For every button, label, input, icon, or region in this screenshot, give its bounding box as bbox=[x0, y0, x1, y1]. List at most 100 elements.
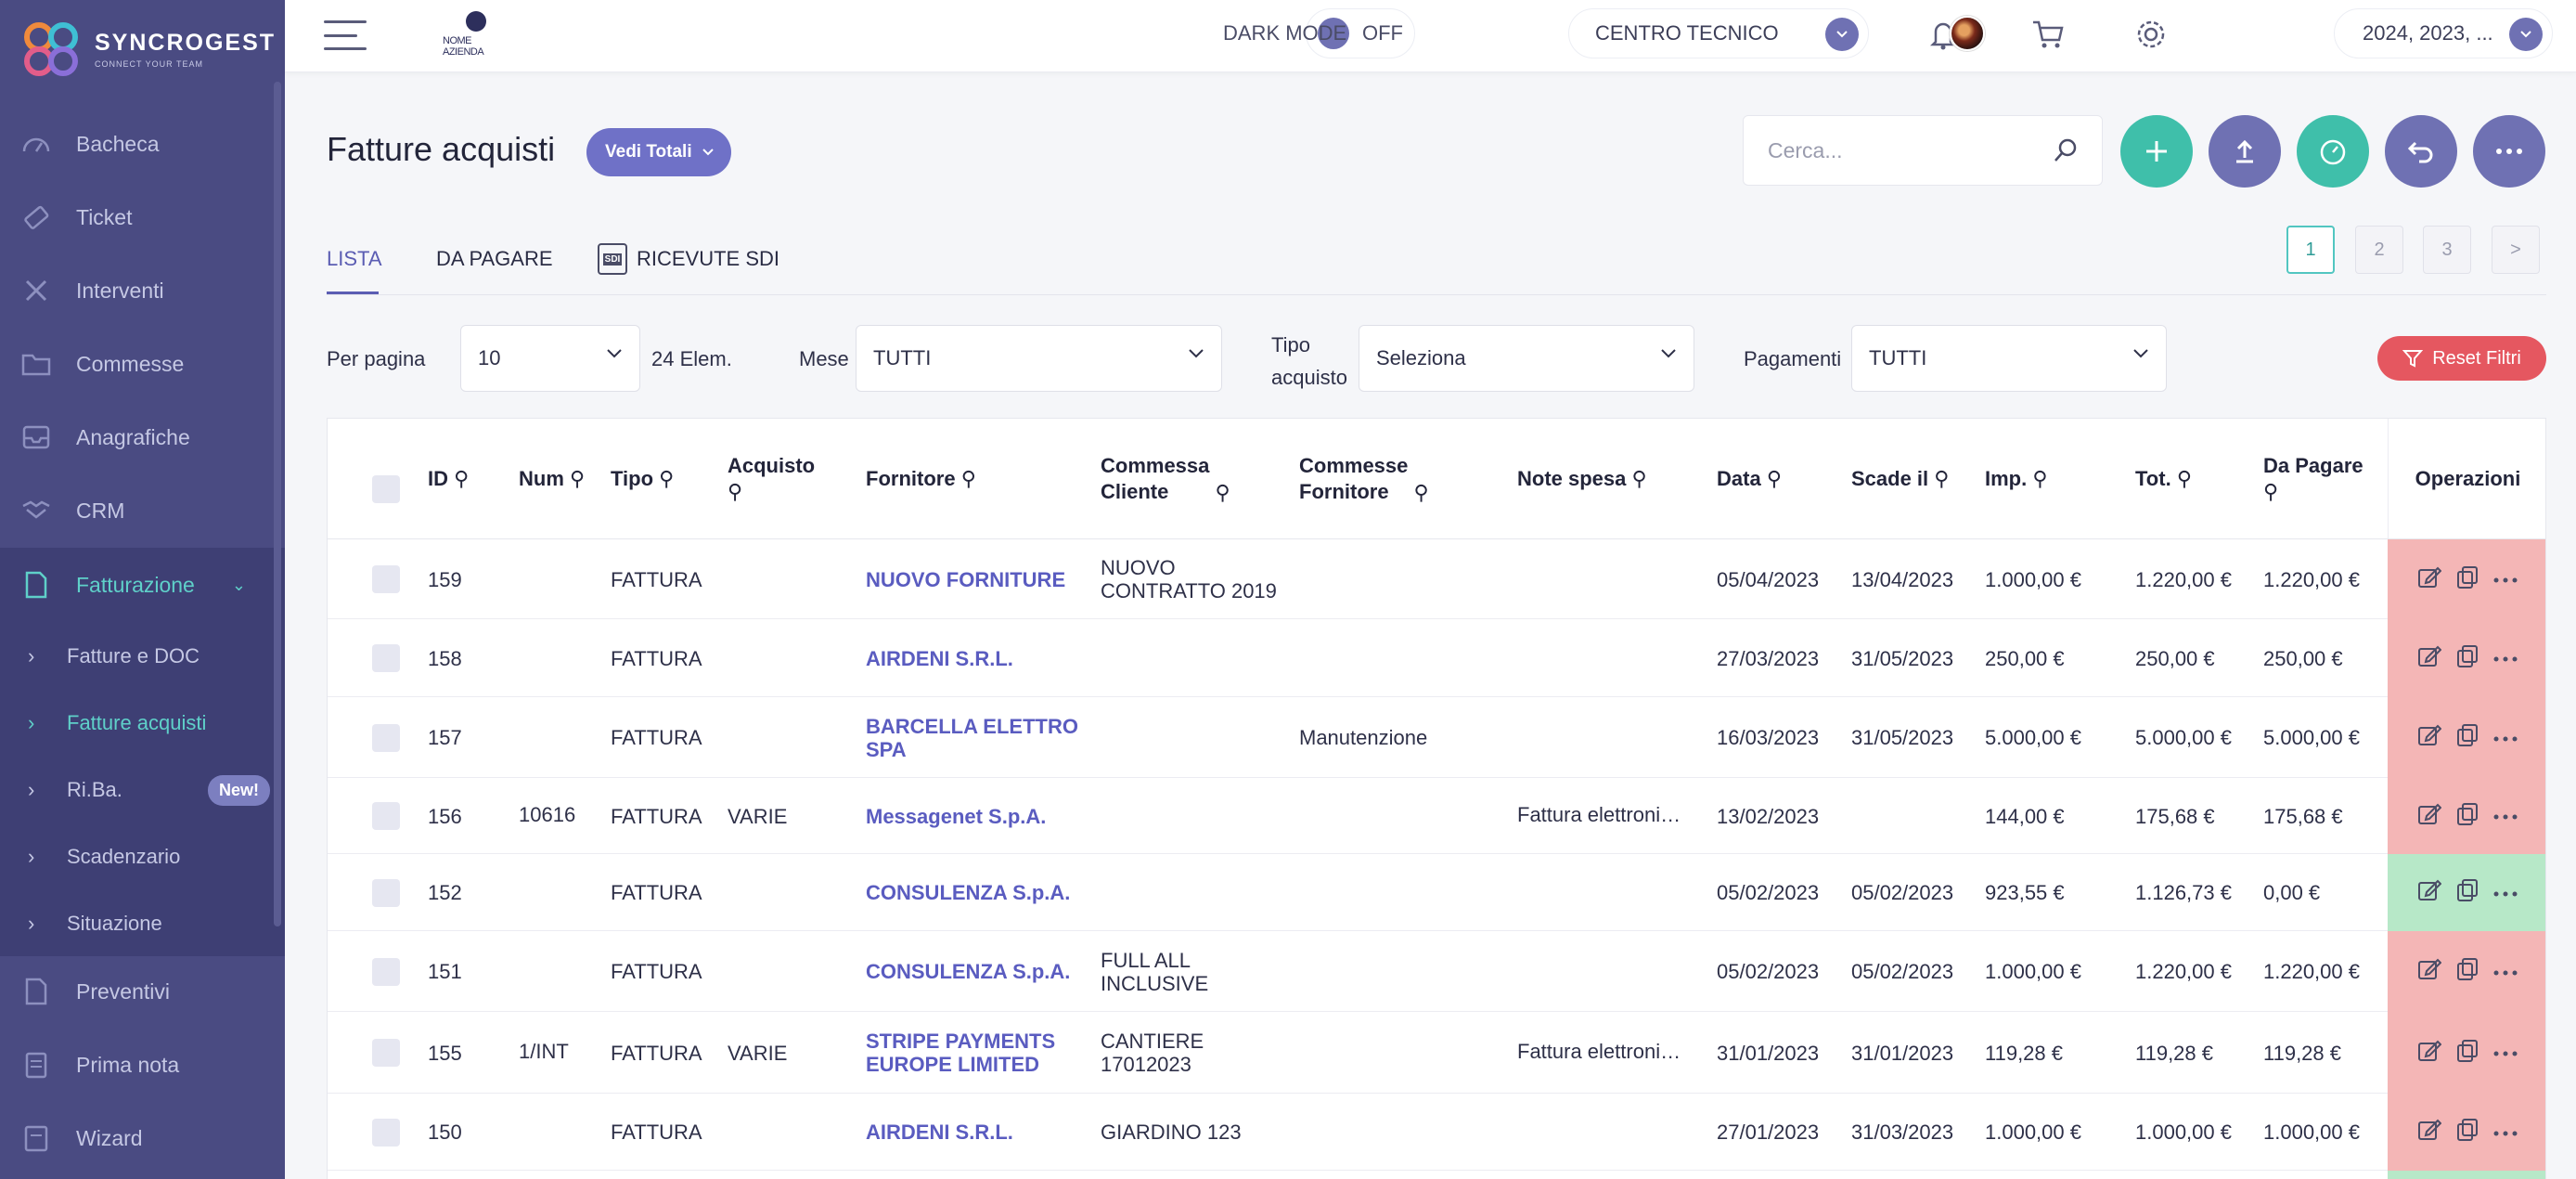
sidebar-item-anagrafiche[interactable]: Anagrafiche bbox=[0, 409, 274, 465]
pagamenti-select[interactable]: TUTTI bbox=[1851, 325, 2167, 392]
header-tot[interactable]: Tot. ⚲ bbox=[2135, 419, 2192, 539]
centro-select[interactable]: CENTRO TECNICO bbox=[1568, 8, 1869, 58]
pager-next[interactable]: > bbox=[2492, 226, 2540, 274]
tab-lista[interactable]: LISTA bbox=[327, 238, 382, 280]
tipo-acquisto-select[interactable]: Seleziona bbox=[1359, 325, 1694, 392]
table-row[interactable]: 152 FATTURA CONSULENZA S.p.A. 05/02/2023 05/… bbox=[328, 854, 2545, 931]
sidebar-subitem-fatture-doc[interactable]: › Fatture e DOC bbox=[0, 629, 274, 683]
header-id[interactable]: ID ⚲ bbox=[428, 419, 469, 539]
header-note-spesa[interactable]: Note spesa ⚲ bbox=[1517, 419, 1647, 539]
back-button[interactable] bbox=[2385, 115, 2457, 188]
header-fornitore[interactable]: Fornitore ⚲ bbox=[866, 419, 976, 539]
upload-button[interactable] bbox=[2209, 115, 2281, 188]
copy-icon[interactable] bbox=[2456, 565, 2479, 594]
cell-fornitore[interactable]: AIRDENI S.R.L. bbox=[866, 1121, 1013, 1144]
reset-filters-button[interactable]: Reset Filtri bbox=[2377, 336, 2546, 381]
sidebar-subitem-scadenzario[interactable]: › Scadenzario bbox=[0, 830, 274, 884]
edit-icon[interactable] bbox=[2417, 957, 2442, 986]
copy-icon[interactable] bbox=[2456, 802, 2479, 831]
gear-icon[interactable] bbox=[2132, 15, 2170, 54]
cell-fornitore[interactable]: CONSULENZA S.p.A. bbox=[866, 881, 1070, 904]
avatar[interactable] bbox=[1950, 16, 1985, 51]
timer-button[interactable] bbox=[2297, 115, 2369, 188]
search-icon[interactable]: ⚲ bbox=[1767, 466, 1782, 492]
table-row[interactable]: 157 FATTURA BARCELLA ELETTRO SPA Manutenzio… bbox=[328, 697, 2545, 778]
edit-icon[interactable] bbox=[2417, 878, 2442, 907]
row-checkbox[interactable] bbox=[372, 957, 400, 986]
search-input[interactable] bbox=[1768, 137, 2046, 163]
sidebar-item-crm[interactable]: CRM bbox=[0, 483, 274, 538]
cart-icon[interactable] bbox=[2029, 15, 2067, 54]
table-row[interactable]: 155 1/INT FATTURA VARIE STRIPE PAYMENTS EURO… bbox=[328, 1012, 2545, 1094]
tab-da-pagare[interactable]: DA PAGARE bbox=[436, 238, 553, 280]
select-all-checkbox[interactable] bbox=[372, 475, 400, 503]
edit-icon[interactable] bbox=[2417, 802, 2442, 831]
search-icon[interactable]: ⚲ bbox=[1632, 466, 1647, 492]
header-commessa-cliente[interactable]: Commessa Cliente ⚲ bbox=[1101, 419, 1230, 539]
vedi-totali-button[interactable]: Vedi Totali bbox=[586, 128, 731, 176]
table-row[interactable]: 158 FATTURA AIRDENI S.R.L. 27/03/2023 31/05/… bbox=[328, 619, 2545, 697]
row-checkbox[interactable] bbox=[372, 644, 400, 672]
copy-icon[interactable] bbox=[2456, 957, 2479, 986]
more-actions-button[interactable] bbox=[2473, 115, 2545, 188]
search-icon[interactable]: ⚲ bbox=[2032, 466, 2047, 492]
row-checkbox[interactable] bbox=[372, 723, 400, 752]
sidebar-item-ticket[interactable]: Ticket bbox=[0, 189, 274, 245]
header-da-pagare[interactable]: Da Pagare ⚲ bbox=[2263, 419, 2363, 539]
search-icon[interactable]: ⚲ bbox=[2263, 479, 2363, 505]
menu-toggle-icon[interactable] bbox=[324, 20, 367, 50]
search-icon[interactable]: ⚲ bbox=[2177, 466, 2192, 492]
cell-fornitore[interactable]: NUOVO FORNITURE bbox=[866, 568, 1065, 591]
more-dots-icon[interactable] bbox=[2493, 1124, 2518, 1141]
cell-fornitore[interactable]: CONSULENZA S.p.A. bbox=[866, 960, 1070, 983]
cell-fornitore[interactable]: STRIPE PAYMENTS EUROPE LIMITED bbox=[866, 1030, 1055, 1076]
more-dots-icon[interactable] bbox=[2493, 1044, 2518, 1061]
search-icon[interactable]: ⚲ bbox=[1934, 466, 1949, 492]
search-icon[interactable]: ⚲ bbox=[570, 466, 585, 492]
search-icon[interactable]: ⚲ bbox=[961, 466, 976, 492]
sidebar-subitem-situazione[interactable]: › Situazione bbox=[0, 897, 274, 951]
row-checkbox[interactable] bbox=[372, 565, 400, 593]
header-imp[interactable]: Imp. ⚲ bbox=[1985, 419, 2047, 539]
search-icon[interactable]: ⚲ bbox=[659, 466, 674, 492]
sidebar-scrollbar[interactable] bbox=[274, 82, 281, 926]
add-button[interactable] bbox=[2120, 115, 2193, 188]
header-scade-il[interactable]: Scade il ⚲ bbox=[1851, 419, 1949, 539]
search-icon[interactable]: ⚲ bbox=[728, 479, 815, 505]
row-checkbox[interactable] bbox=[372, 1118, 400, 1147]
years-select[interactable]: 2024, 2023, ... bbox=[2334, 8, 2553, 58]
per-pagina-select[interactable]: 10 bbox=[460, 325, 640, 392]
table-row[interactable]: 151 FATTURA CONSULENZA S.p.A. FULL ALL INCL… bbox=[328, 931, 2545, 1012]
cell-fornitore[interactable]: BARCELLA ELETTRO SPA bbox=[866, 715, 1078, 761]
pager-page-3[interactable]: 3 bbox=[2423, 226, 2471, 274]
cell-fornitore[interactable]: AIRDENI S.R.L. bbox=[866, 647, 1013, 670]
header-tipo[interactable]: Tipo ⚲ bbox=[611, 419, 674, 539]
header-acquisto[interactable]: Acquisto ⚲ bbox=[728, 419, 815, 539]
more-dots-icon[interactable] bbox=[2493, 885, 2518, 901]
copy-icon[interactable] bbox=[2456, 1118, 2479, 1147]
edit-icon[interactable] bbox=[2417, 1039, 2442, 1068]
company-logo[interactable]: NOME AZIENDA bbox=[443, 11, 509, 58]
search-icon[interactable] bbox=[2052, 136, 2080, 170]
edit-icon[interactable] bbox=[2417, 644, 2442, 673]
table-row[interactable]: 159 FATTURA NUOVO FORNITURE NUOVO CONTRATTO… bbox=[328, 539, 2545, 619]
table-row[interactable]: 150 FATTURA AIRDENI S.R.L. GIARDINO 123 27/0… bbox=[328, 1094, 2545, 1171]
pager-page-1[interactable]: 1 bbox=[2286, 226, 2335, 274]
header-num[interactable]: Num ⚲ bbox=[519, 419, 585, 539]
more-dots-icon[interactable] bbox=[2493, 650, 2518, 667]
search-icon[interactable]: ⚲ bbox=[454, 466, 469, 492]
sidebar-subitem-fatture-acquisti[interactable]: › Fatture acquisti bbox=[0, 696, 274, 750]
copy-icon[interactable] bbox=[2456, 1039, 2479, 1068]
sidebar-item-interventi[interactable]: Interventi bbox=[0, 263, 274, 318]
search-icon[interactable]: ⚲ bbox=[1414, 480, 1429, 506]
brand-logo[interactable]: SYNCROGEST CONNECT YOUR TEAM bbox=[0, 0, 285, 97]
copy-icon[interactable] bbox=[2456, 723, 2479, 752]
copy-icon[interactable] bbox=[2456, 878, 2479, 907]
pager-page-2[interactable]: 2 bbox=[2355, 226, 2403, 274]
header-data[interactable]: Data ⚲ bbox=[1717, 419, 1782, 539]
cell-fornitore[interactable]: Messagenet S.p.A. bbox=[866, 805, 1046, 828]
edit-icon[interactable] bbox=[2417, 723, 2442, 752]
dark-mode-toggle[interactable]: DARK MODE OFF bbox=[1223, 8, 1415, 58]
copy-icon[interactable] bbox=[2456, 644, 2479, 673]
sidebar-item-prima-nota[interactable]: Prima nota bbox=[0, 1037, 274, 1093]
